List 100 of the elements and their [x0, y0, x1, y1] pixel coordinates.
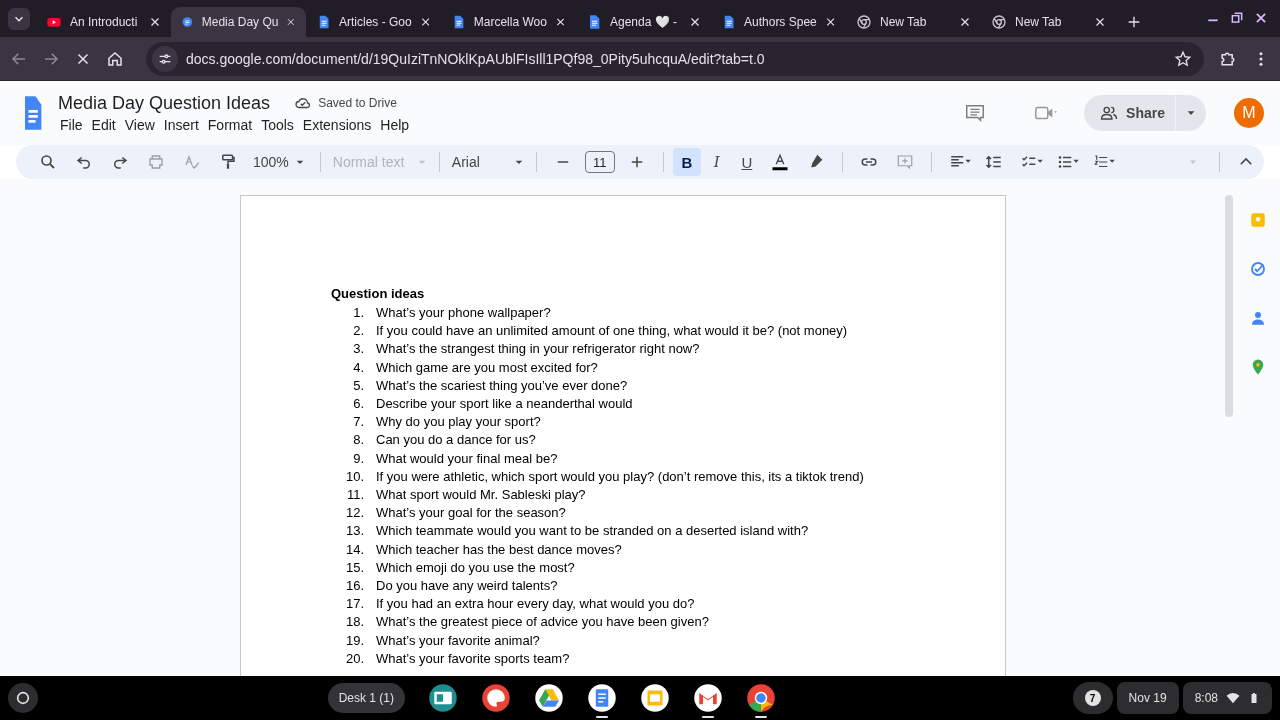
address-bar[interactable]: docs.google.com/document/d/19QuIziTnNOklKpAUblFIsIll1PQf98_0Pity5uhcquA/edit?tab=t.0 [146, 41, 1204, 76]
save-status: Saved to Drive [318, 96, 397, 110]
close-icon[interactable] [554, 16, 566, 28]
font-size-field[interactable]: 11 [584, 151, 615, 173]
list-number: 13. [344, 522, 364, 541]
task-check-icon[interactable] [1248, 260, 1267, 278]
list-item-text: What’s the strangest thing in your refrigerator right now? [376, 340, 701, 359]
list-item-text: Describe your sport like a neanderthal would [376, 395, 634, 413]
browser-tab[interactable]: Authors Spee [711, 7, 846, 37]
list-number: 17. [344, 595, 364, 614]
close-icon[interactable] [286, 16, 296, 28]
menu-item[interactable]: Help [378, 115, 417, 134]
list-heading: Question ideas [331, 286, 426, 301]
list-number: 2. [352, 322, 364, 341]
tab-title: New Tab [880, 15, 928, 29]
plus-icon [1126, 14, 1142, 30]
close-icon[interactable] [149, 16, 161, 28]
desk-button[interactable]: Desk 1 (1) [327, 683, 405, 713]
paint-roller-icon[interactable] [219, 153, 237, 171]
list-number: 12. [344, 504, 364, 523]
notification-button[interactable]: 7 [1072, 682, 1113, 714]
home-icon[interactable] [106, 49, 124, 68]
list-number: 3. [352, 340, 364, 359]
browser-logo-icon[interactable] [746, 683, 776, 713]
browser-tab[interactable]: New Tab [846, 7, 981, 37]
document-title[interactable]: Media Day Question Ideas [58, 92, 271, 114]
status-tray[interactable]: 8:08 [1182, 682, 1272, 714]
list-number: 18. [344, 613, 364, 632]
ring-icon [15, 690, 31, 706]
menu-item[interactable]: Insert [161, 115, 206, 134]
italic-button[interactable]: I [702, 148, 731, 176]
spellcheck-icon[interactable] [183, 153, 201, 171]
list-number: 15. [344, 558, 364, 577]
list-item-text: What’s your favorite sports team? [376, 649, 571, 668]
close-icon[interactable] [959, 16, 971, 28]
menu-item[interactable]: Edit [89, 115, 123, 134]
share-button[interactable]: Share [1084, 95, 1206, 131]
list-item-text: Which game are you most excited for? [376, 358, 599, 377]
launcher-button[interactable] [8, 683, 38, 713]
slides-icon[interactable] [640, 683, 670, 713]
line-spacing-icon[interactable] [984, 153, 1003, 171]
list-number: 7. [352, 413, 364, 432]
list-item-text: Can you do a dance for us? [376, 431, 537, 450]
browser-tab[interactable]: An Introducti [36, 7, 171, 37]
drive-logo-icon[interactable] [534, 683, 564, 713]
clock-time: 8:08 [1194, 691, 1218, 705]
zoom-dropdown[interactable]: 100% [247, 148, 311, 176]
text-color-icon[interactable] [770, 153, 789, 171]
url-text: docs.google.com/document/d/19QuIziTnNOklKpAUblFIsIll1PQf98_0Pity5uhcquA/edit?tab=t.0 [186, 50, 766, 67]
scrollbar-thumb[interactable] [1225, 195, 1233, 417]
browser-tab[interactable]: Agenda 🤍 - [576, 7, 711, 37]
close-icon[interactable] [1254, 11, 1268, 25]
close-icon[interactable] [419, 16, 431, 28]
restore-icon[interactable] [1230, 11, 1244, 25]
comment-icon[interactable] [964, 102, 987, 124]
globe-logo-icon [856, 14, 872, 30]
caret-down-icon [1186, 108, 1196, 118]
tab-title: Media Day Qu [201, 15, 279, 29]
menu-item[interactable]: Format [205, 115, 260, 134]
notification-count: 7 [1084, 690, 1101, 706]
underline-button[interactable]: U [732, 148, 761, 176]
list-number: 1. [352, 304, 364, 322]
list-item-text: Which teacher has the best dance moves? [376, 540, 623, 559]
menu-item[interactable]: View [122, 115, 162, 134]
list-number: 10. [344, 467, 364, 486]
new-tab-button[interactable] [1126, 14, 1142, 30]
envelope-icon[interactable] [693, 683, 723, 713]
tab-title: New Tab [1015, 15, 1063, 29]
date-button[interactable]: Nov 19 [1116, 682, 1179, 714]
tab-title: Articles - Goo [339, 15, 412, 29]
close-icon[interactable] [824, 16, 836, 28]
star-icon[interactable] [1174, 49, 1192, 68]
tab-search-button[interactable] [8, 8, 30, 30]
menu-item[interactable]: Extensions [300, 115, 379, 134]
font-dropdown[interactable]: Arial [448, 148, 527, 176]
menu-item[interactable]: Tools [259, 115, 301, 134]
list-item-text: If you were athletic, which sport would you play? (don’t remove this, its a tiktok trend) [376, 467, 865, 486]
globe-logo-icon [991, 14, 1007, 30]
bold-button[interactable]: B [672, 148, 701, 176]
list-item-text: Why do you play your sport? [376, 413, 542, 432]
list-item-text: What would your final meal be? [376, 449, 559, 468]
browser-tab[interactable]: Marcella Woo [441, 7, 576, 37]
browser-tab[interactable]: Media Day Qu [171, 7, 306, 37]
classroom-icon[interactable] [428, 683, 458, 713]
menu-item[interactable]: File [58, 115, 90, 134]
list-number: 9. [352, 449, 364, 468]
search-icon[interactable] [39, 153, 57, 171]
browser-tab[interactable]: Articles - Goo [306, 7, 441, 37]
close-icon[interactable] [1094, 16, 1106, 28]
list-number: 19. [344, 631, 364, 650]
browser-tab[interactable]: New Tab [981, 7, 1116, 37]
list-number: 5. [352, 376, 364, 395]
close-icon[interactable] [689, 16, 701, 28]
list-item-text: What’s your goal for the season? [376, 504, 567, 523]
document-icon[interactable] [587, 683, 617, 713]
list-item-text: Which emoji do you use the most? [376, 558, 576, 577]
list-item-text: Do you have any weird talents? [376, 577, 559, 596]
list-item-text: What sport would Mr. Sableski play? [376, 486, 587, 505]
list-number: 11. [345, 486, 364, 505]
tab-title: Agenda 🤍 - [610, 15, 679, 29]
